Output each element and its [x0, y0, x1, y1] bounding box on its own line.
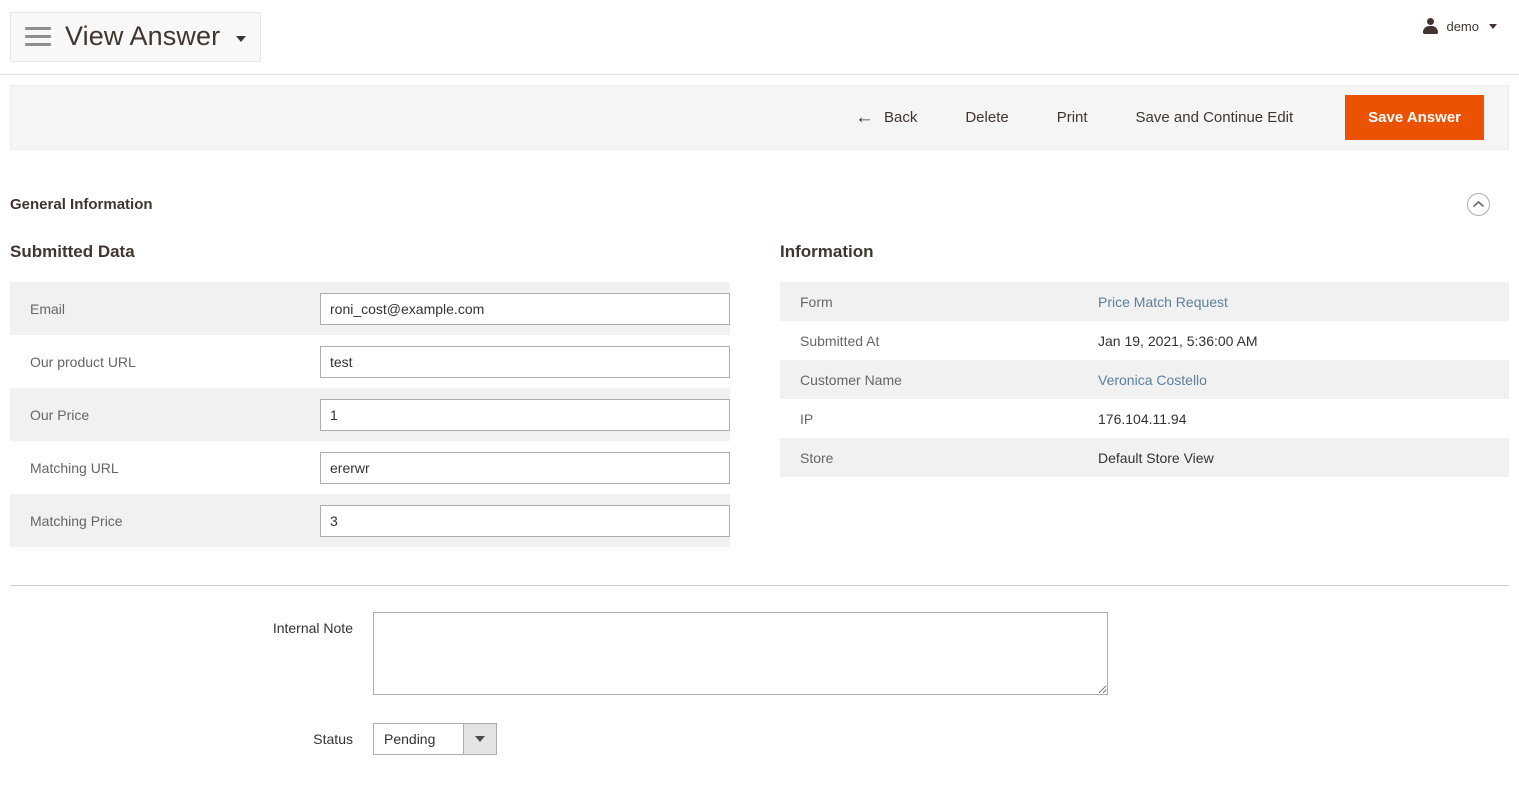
email-field[interactable]: [320, 292, 730, 325]
information-heading: Information: [780, 242, 874, 261]
info-label: Form: [800, 293, 833, 310]
submitted-data-row: Our Price: [10, 388, 730, 441]
information-row: Store Default Store View: [780, 438, 1509, 477]
menu-title-box[interactable]: View Answer: [10, 12, 262, 62]
hamburger-icon[interactable]: [25, 26, 51, 46]
back-button[interactable]: ← Back: [843, 108, 941, 128]
page-actions-toolbar: ← Back Delete Print Save and Continue Ed…: [10, 85, 1509, 150]
store-value: Default Store View: [1098, 449, 1214, 466]
status-select[interactable]: Pending: [373, 723, 497, 755]
matching-url-field[interactable]: [320, 451, 730, 484]
field-label: Email: [30, 300, 66, 317]
print-button[interactable]: Print: [1033, 108, 1112, 128]
info-label: Customer Name: [800, 371, 902, 388]
answer-form: Internal Note Status Pending: [0, 612, 1519, 755]
back-button-label: Back: [883, 108, 918, 126]
chevron-down-icon[interactable]: [463, 724, 496, 754]
information-row: IP 176.104.11.94: [780, 399, 1509, 438]
info-label: IP: [800, 410, 814, 427]
save-and-continue-edit-button[interactable]: Save and Continue Edit: [1112, 108, 1318, 128]
general-information-body: Submitted Data Email Our product URL Our…: [10, 242, 1509, 547]
information-panel: Information Form Price Match Request Sub…: [780, 242, 1509, 547]
section-divider: [10, 585, 1509, 586]
internal-note-input[interactable]: [373, 612, 1108, 695]
status-select-value: Pending: [384, 731, 436, 747]
form-link[interactable]: Price Match Request: [1098, 294, 1228, 310]
page-title: View Answer: [65, 21, 221, 51]
chevron-down-icon[interactable]: [236, 36, 247, 42]
our-price-field[interactable]: [320, 398, 730, 431]
page-header: View Answer demo: [0, 0, 1519, 75]
field-label: Our product URL: [30, 353, 136, 370]
submitted-data-row: Matching Price: [10, 494, 730, 547]
submitted-data-row: Matching URL: [10, 441, 730, 494]
internal-note-label: Internal Note: [272, 620, 353, 636]
arrow-left-icon: ←: [854, 106, 874, 128]
field-label: Our Price: [30, 406, 90, 423]
ip-value: 176.104.11.94: [1098, 410, 1187, 427]
our-product-url-field[interactable]: [320, 345, 730, 378]
user-menu-label: demo: [1446, 18, 1479, 34]
avatar-user-icon: [1423, 18, 1439, 34]
submitted-at-value: Jan 19, 2021, 5:36:00 AM: [1098, 332, 1258, 349]
info-label: Store: [800, 449, 834, 466]
submitted-data-row: Email: [10, 282, 730, 335]
chevron-up-icon[interactable]: [1467, 192, 1490, 216]
user-menu[interactable]: demo: [1423, 18, 1497, 34]
field-label: Matching Price: [30, 512, 123, 529]
information-row: Submitted At Jan 19, 2021, 5:36:00 AM: [780, 321, 1509, 360]
submitted-data-panel: Submitted Data Email Our product URL Our…: [10, 242, 730, 547]
information-row: Customer Name Veronica Costello: [780, 360, 1509, 399]
submitted-data-heading: Submitted Data: [10, 242, 135, 261]
section-title: General Information: [10, 195, 153, 213]
status-label: Status: [313, 731, 353, 747]
save-answer-button[interactable]: Save Answer: [1345, 95, 1484, 140]
status-row: Status Pending: [0, 723, 1519, 755]
chevron-down-icon[interactable]: [1489, 23, 1497, 29]
delete-button[interactable]: Delete: [941, 108, 1032, 128]
field-label: Matching URL: [30, 459, 119, 476]
submitted-data-row: Our product URL: [10, 335, 730, 388]
information-row: Form Price Match Request: [780, 282, 1509, 321]
matching-price-field[interactable]: [320, 504, 730, 537]
customer-name-link[interactable]: Veronica Costello: [1098, 372, 1207, 388]
section-header: General Information: [10, 184, 1509, 224]
internal-note-row: Internal Note: [0, 612, 1519, 695]
info-label: Submitted At: [800, 332, 880, 349]
